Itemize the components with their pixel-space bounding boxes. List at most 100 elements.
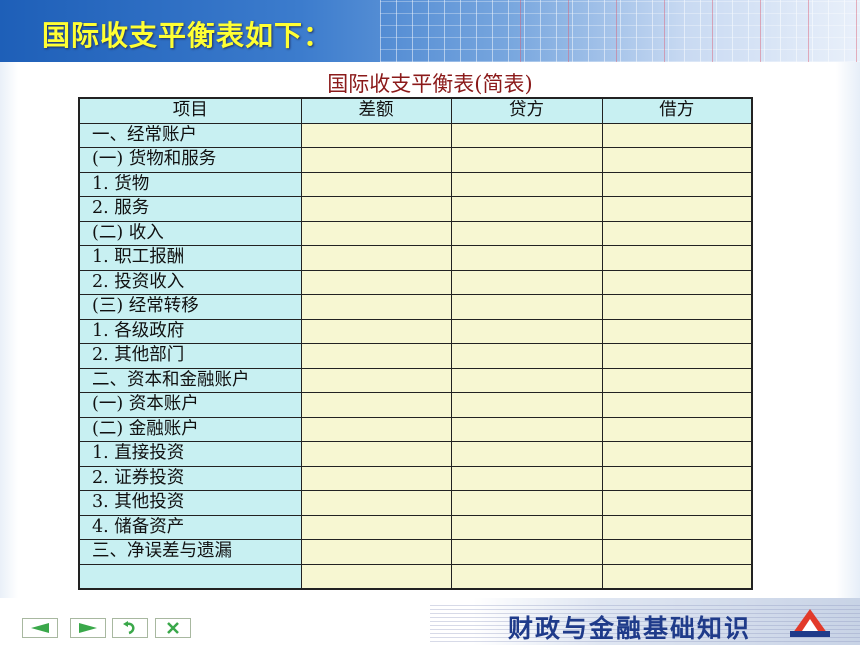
balance-cell[interactable] bbox=[300, 465, 452, 491]
debit-cell[interactable] bbox=[601, 416, 753, 442]
credit-cell[interactable] bbox=[450, 416, 603, 442]
table-row: 3. 其他投资 bbox=[78, 490, 753, 516]
balance-cell[interactable] bbox=[300, 269, 452, 295]
table-row: 2. 服务 bbox=[78, 196, 753, 222]
table-row bbox=[78, 563, 753, 590]
column-header-credit: 贷方 bbox=[450, 97, 603, 124]
debit-cell[interactable] bbox=[601, 318, 753, 344]
table-row: (一) 资本账户 bbox=[78, 392, 753, 418]
table-row: 1. 职工报酬 bbox=[78, 245, 753, 271]
balance-cell[interactable] bbox=[300, 294, 452, 320]
credit-cell[interactable] bbox=[450, 122, 603, 148]
credit-cell[interactable] bbox=[450, 147, 603, 173]
debit-cell[interactable] bbox=[601, 147, 753, 173]
close-button[interactable] bbox=[155, 618, 191, 638]
row-item-label: (三) 经常转移 bbox=[78, 294, 302, 320]
balance-of-payments-table: 项目 差额 贷方 借方 一、经常账户 (一) 货物和服务 1. 货物 2. 服务 (二)… bbox=[78, 97, 753, 590]
credit-cell[interactable] bbox=[450, 171, 603, 197]
return-icon bbox=[123, 621, 135, 635]
balance-cell[interactable] bbox=[300, 147, 452, 173]
credit-cell[interactable] bbox=[450, 196, 603, 222]
table-row: 三、净误差与遗漏 bbox=[78, 539, 753, 565]
credit-cell[interactable] bbox=[450, 318, 603, 344]
column-header-debit: 借方 bbox=[601, 97, 753, 124]
balance-cell[interactable] bbox=[300, 416, 452, 442]
table-row: (二) 收入 bbox=[78, 220, 753, 246]
row-item-label: 1. 职工报酬 bbox=[78, 245, 302, 271]
prev-button[interactable] bbox=[22, 618, 58, 638]
row-item-label: (二) 金融账户 bbox=[78, 416, 302, 442]
credit-cell[interactable] bbox=[450, 269, 603, 295]
table-title: 国际收支平衡表(简表) bbox=[327, 72, 533, 96]
balance-cell[interactable] bbox=[300, 343, 452, 369]
row-item-label bbox=[78, 563, 302, 590]
balance-cell[interactable] bbox=[300, 367, 452, 393]
column-header-balance: 差额 bbox=[300, 97, 452, 124]
debit-cell[interactable] bbox=[601, 441, 753, 467]
row-item-label: 一、经常账户 bbox=[78, 122, 302, 148]
column-header-item: 项目 bbox=[78, 97, 302, 124]
debit-cell[interactable] bbox=[601, 294, 753, 320]
balance-cell[interactable] bbox=[300, 563, 452, 590]
row-item-label: 3. 其他投资 bbox=[78, 490, 302, 516]
credit-cell[interactable] bbox=[450, 514, 603, 540]
return-button[interactable] bbox=[112, 618, 148, 638]
debit-cell[interactable] bbox=[601, 563, 753, 590]
table-body: 一、经常账户 (一) 货物和服务 1. 货物 2. 服务 (二) 收入 1. 职工报酬 2.… bbox=[78, 122, 753, 590]
debit-cell[interactable] bbox=[601, 367, 753, 393]
table-row: 2. 其他部门 bbox=[78, 343, 753, 369]
credit-cell[interactable] bbox=[450, 490, 603, 516]
debit-cell[interactable] bbox=[601, 220, 753, 246]
debit-cell[interactable] bbox=[601, 245, 753, 271]
debit-cell[interactable] bbox=[601, 514, 753, 540]
balance-cell[interactable] bbox=[300, 122, 452, 148]
table-row: 4. 储备资产 bbox=[78, 514, 753, 540]
row-item-label: (一) 货物和服务 bbox=[78, 147, 302, 173]
balance-cell[interactable] bbox=[300, 196, 452, 222]
table-row: 1. 各级政府 bbox=[78, 318, 753, 344]
credit-cell[interactable] bbox=[450, 465, 603, 491]
header-line-decoration bbox=[520, 0, 860, 62]
balance-cell[interactable] bbox=[300, 392, 452, 418]
credit-cell[interactable] bbox=[450, 441, 603, 467]
debit-cell[interactable] bbox=[601, 122, 753, 148]
credit-cell[interactable] bbox=[450, 343, 603, 369]
credit-cell[interactable] bbox=[450, 294, 603, 320]
table-row: (三) 经常转移 bbox=[78, 294, 753, 320]
balance-cell[interactable] bbox=[300, 514, 452, 540]
next-button[interactable] bbox=[70, 618, 106, 638]
debit-cell[interactable] bbox=[601, 539, 753, 565]
credit-cell[interactable] bbox=[450, 563, 603, 590]
debit-cell[interactable] bbox=[601, 269, 753, 295]
row-item-label: 1. 直接投资 bbox=[78, 441, 302, 467]
balance-cell[interactable] bbox=[300, 220, 452, 246]
debit-cell[interactable] bbox=[601, 392, 753, 418]
prev-arrow-icon bbox=[31, 623, 49, 633]
row-item-label: (一) 资本账户 bbox=[78, 392, 302, 418]
balance-cell[interactable] bbox=[300, 539, 452, 565]
credit-cell[interactable] bbox=[450, 392, 603, 418]
table-row: 二、资本和金融账户 bbox=[78, 367, 753, 393]
balance-cell[interactable] bbox=[300, 318, 452, 344]
debit-cell[interactable] bbox=[601, 196, 753, 222]
table-header-row: 项目 差额 贷方 借方 bbox=[78, 97, 753, 124]
row-item-label: 1. 货物 bbox=[78, 171, 302, 197]
table-row: 一、经常账户 bbox=[78, 122, 753, 148]
debit-cell[interactable] bbox=[601, 171, 753, 197]
table-row: (二) 金融账户 bbox=[78, 416, 753, 442]
balance-cell[interactable] bbox=[300, 490, 452, 516]
credit-cell[interactable] bbox=[450, 367, 603, 393]
credit-cell[interactable] bbox=[450, 539, 603, 565]
debit-cell[interactable] bbox=[601, 490, 753, 516]
balance-cell[interactable] bbox=[300, 441, 452, 467]
row-item-label: 2. 服务 bbox=[78, 196, 302, 222]
debit-cell[interactable] bbox=[601, 465, 753, 491]
left-edge-decoration bbox=[0, 62, 18, 602]
footer-brand: 财政与金融基础知识 bbox=[508, 614, 752, 643]
credit-cell[interactable] bbox=[450, 245, 603, 271]
next-arrow-icon bbox=[79, 623, 97, 633]
balance-cell[interactable] bbox=[300, 171, 452, 197]
credit-cell[interactable] bbox=[450, 220, 603, 246]
debit-cell[interactable] bbox=[601, 343, 753, 369]
balance-cell[interactable] bbox=[300, 245, 452, 271]
